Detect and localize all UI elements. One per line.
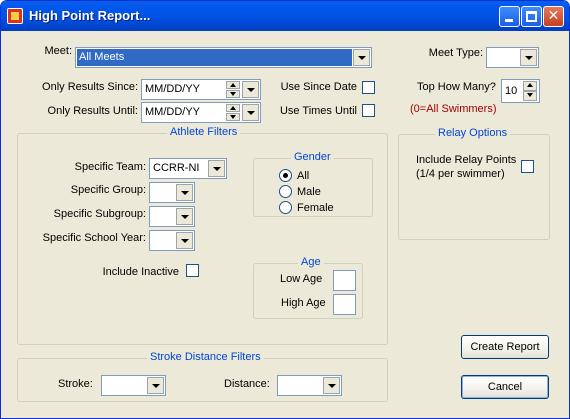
minimize-icon bbox=[505, 19, 513, 22]
close-icon: ✕ bbox=[547, 8, 560, 24]
stroke-dropdown[interactable] bbox=[101, 375, 166, 396]
meet-label: Meet: bbox=[44, 45, 72, 57]
relay-options-group bbox=[398, 134, 550, 240]
high-age-label: High Age bbox=[281, 297, 326, 309]
gender-female-radio[interactable] bbox=[279, 201, 292, 214]
gender-male-radio[interactable] bbox=[279, 185, 292, 198]
spin-up-icon[interactable] bbox=[226, 104, 240, 112]
maximize-icon bbox=[526, 11, 537, 22]
team-label: Specific Team: bbox=[74, 161, 146, 173]
minimize-button[interactable] bbox=[499, 6, 520, 27]
until-date-arrow-icon[interactable] bbox=[242, 104, 259, 121]
meet-selected-value: All Meets bbox=[77, 49, 352, 66]
spin-down-icon[interactable] bbox=[523, 91, 537, 101]
subgroup-label: Specific Subgroup: bbox=[53, 208, 146, 220]
gender-female-label: Female bbox=[297, 202, 334, 214]
high-age-input[interactable] bbox=[333, 294, 356, 315]
top-how-many-label: Top How Many? bbox=[417, 81, 496, 93]
since-label: Only Results Since: bbox=[42, 81, 138, 93]
since-date-spinner[interactable] bbox=[226, 81, 240, 98]
relay-points-label: Include Relay Points bbox=[416, 154, 517, 166]
school-year-dropdown[interactable] bbox=[149, 230, 195, 251]
until-date-field[interactable]: MM/DD/YY bbox=[141, 102, 261, 123]
stroke-filters-legend: Stroke Distance Filters bbox=[147, 351, 264, 363]
top-how-many-stepper[interactable]: 10 bbox=[501, 79, 540, 103]
athlete-filters-legend: Athlete Filters bbox=[167, 126, 241, 138]
spin-down-icon[interactable] bbox=[226, 90, 240, 98]
meet-type-label: Meet Type: bbox=[428, 47, 483, 59]
distance-label: Distance: bbox=[224, 378, 270, 390]
dialog-body: Meet: All Meets Meet Type: Only Results … bbox=[5, 31, 566, 416]
create-report-button[interactable]: Create Report bbox=[461, 335, 549, 359]
group-dropdown[interactable] bbox=[149, 182, 195, 203]
use-until-checkbox[interactable] bbox=[362, 104, 375, 117]
until-date-spinner[interactable] bbox=[226, 104, 240, 121]
gender-male-label: Male bbox=[297, 186, 321, 198]
spin-up-icon[interactable] bbox=[226, 81, 240, 89]
low-age-input[interactable] bbox=[333, 270, 356, 291]
team-dropdown[interactable]: CCRR-NI bbox=[149, 158, 227, 179]
include-inactive-checkbox[interactable] bbox=[186, 264, 199, 277]
subgroup-dropdown[interactable] bbox=[149, 206, 195, 227]
meet-type-arrow-icon[interactable] bbox=[520, 49, 537, 66]
use-until-label: Use Times Until bbox=[279, 105, 357, 117]
window-title: High Point Report... bbox=[29, 8, 151, 23]
group-label: Specific Group: bbox=[70, 184, 146, 196]
cancel-button[interactable]: Cancel bbox=[461, 375, 549, 399]
gender-all-label: All bbox=[297, 170, 310, 182]
relay-points-sublabel: (1/4 per swimmer) bbox=[416, 168, 505, 180]
since-date-value: MM/DD/YY bbox=[145, 83, 200, 95]
report-window: High Point Report... ✕ Meet: All Meets M… bbox=[0, 0, 570, 419]
use-since-checkbox[interactable] bbox=[362, 81, 375, 94]
maximize-button[interactable] bbox=[521, 6, 542, 27]
since-date-field[interactable]: MM/DD/YY bbox=[141, 79, 261, 100]
age-legend: Age bbox=[298, 256, 324, 268]
until-date-value: MM/DD/YY bbox=[145, 106, 200, 118]
top-how-many-note: (0=All Swimmers) bbox=[410, 103, 497, 115]
school-year-arrow-icon[interactable] bbox=[176, 232, 193, 249]
low-age-label: Low Age bbox=[280, 273, 323, 285]
meet-type-dropdown[interactable] bbox=[486, 47, 539, 68]
group-arrow-icon[interactable] bbox=[176, 184, 193, 201]
top-how-many-spinner[interactable] bbox=[523, 81, 537, 101]
relay-options-legend: Relay Options bbox=[435, 127, 511, 139]
spin-down-icon[interactable] bbox=[226, 113, 240, 121]
distance-dropdown[interactable] bbox=[277, 375, 342, 396]
gender-all-radio[interactable] bbox=[279, 169, 292, 182]
relay-points-checkbox[interactable] bbox=[521, 160, 534, 173]
top-how-many-value: 10 bbox=[505, 85, 518, 97]
stroke-arrow-icon[interactable] bbox=[147, 377, 164, 394]
school-year-label: Specific School Year: bbox=[42, 232, 146, 244]
meet-dropdown[interactable]: All Meets bbox=[75, 47, 372, 68]
distance-arrow-icon[interactable] bbox=[323, 377, 340, 394]
include-inactive-label: Include Inactive bbox=[102, 266, 179, 278]
title-bar[interactable]: High Point Report... ✕ bbox=[1, 1, 569, 31]
stroke-label: Stroke: bbox=[58, 378, 93, 390]
since-date-arrow-icon[interactable] bbox=[242, 81, 259, 98]
until-label: Only Results Until: bbox=[47, 105, 138, 117]
close-button[interactable]: ✕ bbox=[543, 6, 564, 27]
spin-up-icon[interactable] bbox=[523, 81, 537, 91]
gender-legend: Gender bbox=[291, 151, 334, 163]
use-since-label: Use Since Date bbox=[280, 81, 357, 93]
team-arrow-icon[interactable] bbox=[208, 160, 225, 177]
app-icon bbox=[7, 8, 23, 24]
team-value: CCRR-NI bbox=[153, 162, 200, 174]
subgroup-arrow-icon[interactable] bbox=[176, 208, 193, 225]
meet-dropdown-arrow-icon[interactable] bbox=[353, 49, 370, 66]
